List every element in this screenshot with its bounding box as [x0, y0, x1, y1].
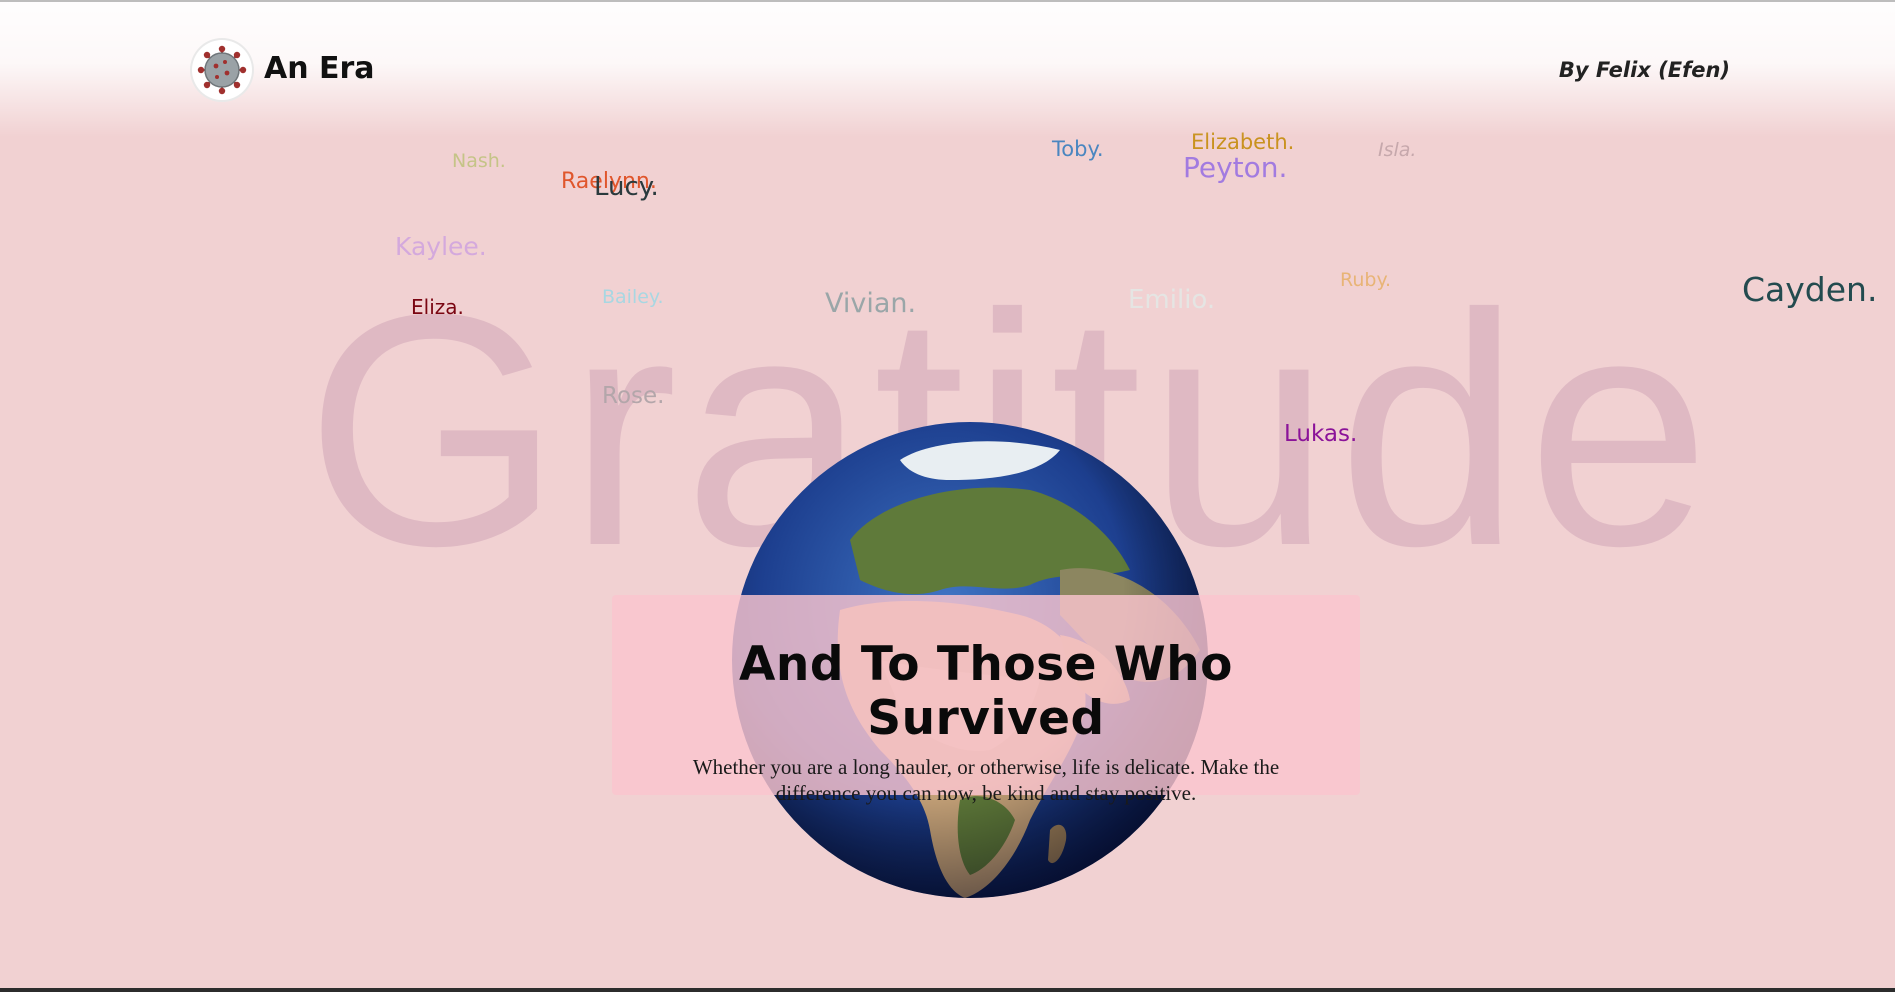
- hero-title: And To Those Who Survived: [739, 637, 1233, 746]
- name-eliza: Eliza.: [411, 295, 464, 319]
- hero-card: And To Those Who Survived Whether you ar…: [612, 595, 1360, 805]
- virus-icon[interactable]: [192, 40, 252, 100]
- name-toby: Toby.: [1052, 137, 1104, 161]
- author-credit[interactable]: By Felix (Efen): [1559, 58, 1730, 82]
- name-kaylee: Kaylee.: [395, 232, 487, 261]
- name-vivian: Vivian.: [825, 288, 917, 319]
- name-lucy: Lucy.: [594, 172, 659, 202]
- hero-text: Whether you are a long hauler, or otherw…: [692, 755, 1280, 805]
- name-nash: Nash.: [452, 150, 506, 172]
- name-isla: Isla.: [1378, 139, 1417, 161]
- name-rose: Rose.: [602, 383, 665, 409]
- name-cayden: Cayden.: [1742, 270, 1878, 309]
- name-ruby: Ruby.: [1340, 269, 1392, 291]
- name-peyton: Peyton.: [1183, 151, 1288, 184]
- name-emilio: Emilio.: [1128, 285, 1216, 315]
- brand-name[interactable]: An Era: [264, 51, 375, 86]
- name-lukas: Lukas.: [1284, 421, 1358, 447]
- bottom-border: [0, 988, 1895, 992]
- name-bailey: Bailey.: [602, 286, 664, 308]
